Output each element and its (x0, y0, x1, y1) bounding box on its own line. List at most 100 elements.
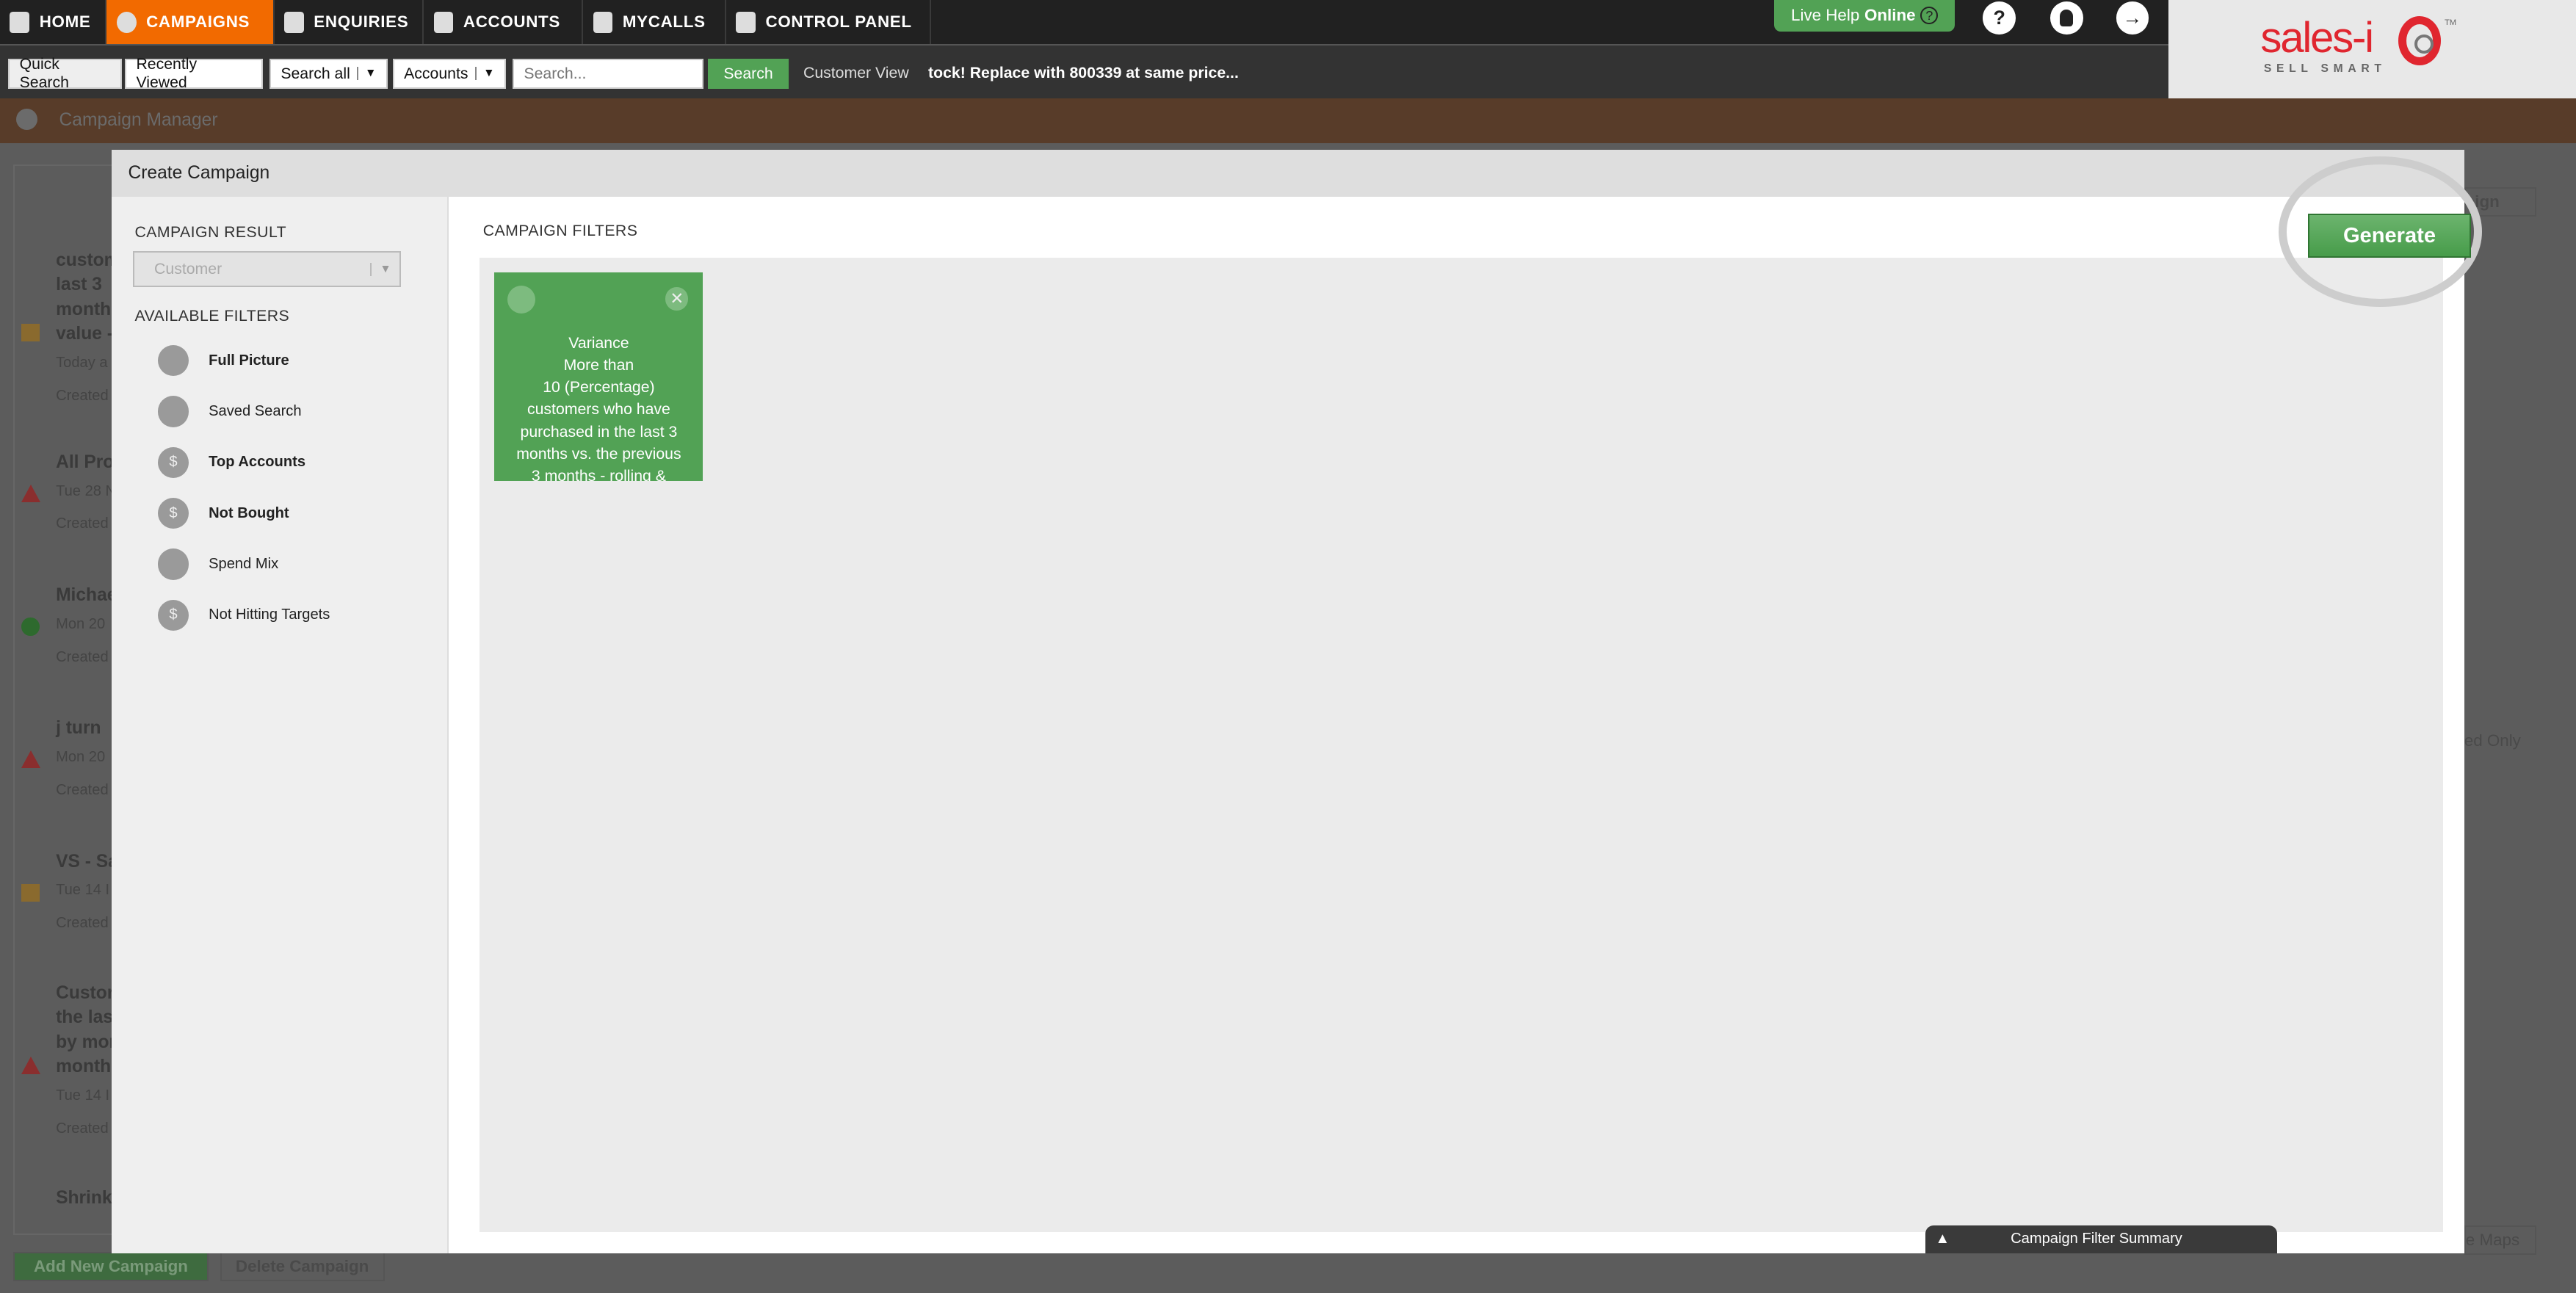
create-campaign-modal: Create Campaign CAMPAIGN RESULT Customer… (112, 149, 2483, 1253)
campaign-title[interactable]: VS - Sa (56, 850, 118, 874)
control-panel-icon (736, 11, 756, 33)
sales-i-logo: sales-i SELL SMART TM (2168, 0, 2576, 99)
page-title: Campaign Manager (59, 109, 218, 130)
close-icon[interactable]: ✕ (665, 287, 689, 311)
user-profile-button[interactable] (2050, 1, 2083, 35)
logo-text: sales-i (2260, 13, 2374, 62)
accounts-icon (433, 11, 454, 33)
filter-item[interactable]: Saved Search (157, 396, 302, 427)
search-input[interactable] (513, 59, 703, 89)
summary-label: Campaign Filter Summary (2011, 1231, 2182, 1247)
live-help-button[interactable]: Live Help Online? (1774, 0, 1955, 32)
nav-accounts[interactable]: ACCOUNTS (424, 0, 584, 45)
campaign-created: Created (56, 781, 109, 798)
card-line: Variance (568, 333, 629, 352)
filter-item[interactable]: $ Not Bought (157, 497, 289, 529)
campaign-title[interactable]: Custor (56, 981, 114, 1006)
maps-button[interactable]: e Maps (2464, 1225, 2537, 1256)
recently-viewed-button[interactable]: Recently Viewed (125, 55, 263, 91)
delete-campaign-button[interactable]: Delete Campaign (220, 1251, 385, 1281)
logo-tagline: SELL SMART (2263, 62, 2387, 75)
campaign-created: Created (56, 387, 109, 404)
status-square-icon (21, 323, 40, 342)
live-help-status: Online (1864, 6, 1916, 25)
nav-home[interactable]: HOME (0, 0, 107, 45)
nav-control-panel[interactable]: CONTROL PANEL (726, 0, 932, 45)
dollar-trend-icon: $ (157, 446, 189, 478)
quick-search-button[interactable]: Quick Search (8, 55, 122, 91)
page-header: Campaign Manager (0, 98, 2576, 143)
warning-triangle-icon (21, 750, 41, 769)
campaigns-icon (116, 11, 137, 33)
campaign-created: Created (56, 515, 109, 532)
spend-mix-icon (157, 548, 189, 580)
top-nav: HOME CAMPAIGNS ENQUIRIES ACCOUNTS MYCALL… (0, 0, 2169, 45)
campaign-date: Tue 14 I (56, 1087, 110, 1104)
filter-item[interactable]: Spend Mix (157, 548, 278, 580)
card-line: customers who have (527, 400, 670, 419)
filter-label: Not Bought (209, 504, 289, 521)
card-line: More than (563, 356, 634, 374)
modal-header: Create Campaign (112, 149, 2464, 198)
warning-triangle-icon (21, 485, 41, 502)
campaign-title[interactable]: last 3 (56, 272, 102, 297)
logout-button[interactable]: → (2116, 1, 2149, 35)
nav-label: ENQUIRIES (314, 12, 409, 32)
campaign-result-label: CAMPAIGN RESULT (134, 223, 287, 242)
user-icon (2060, 10, 2074, 26)
campaign-date: Mon 20 (56, 749, 106, 766)
status-square-icon (21, 883, 40, 902)
campaign-title[interactable]: by mor (56, 1030, 116, 1055)
nav-campaigns[interactable]: CAMPAIGNS (106, 0, 275, 45)
campaign-created: Created (56, 1120, 109, 1137)
card-line: 10 (Percentage) (543, 378, 655, 396)
filter-only-label: ed Only (2464, 731, 2521, 750)
campaign-title[interactable]: the las (56, 1005, 113, 1030)
search-button[interactable]: Search (708, 59, 789, 89)
campaign-title[interactable]: Michae (56, 583, 117, 608)
help-button[interactable]: ? (1983, 1, 2016, 35)
nav-mycalls[interactable]: MYCALLS (583, 0, 726, 45)
nav-enquiries[interactable]: ENQUIRIES (275, 0, 424, 45)
search-entity-select[interactable]: Accounts ▼ (392, 59, 507, 89)
campaign-date: Tue 14 I (56, 882, 110, 899)
app: HOME CAMPAIGNS ENQUIRIES ACCOUNTS MYCALL… (0, 0, 2576, 1293)
campaign-title[interactable]: j turn (56, 716, 101, 741)
filter-item[interactable]: $ Top Accounts (157, 446, 305, 478)
add-new-campaign-button[interactable]: Add New Campaign (12, 1251, 209, 1281)
generate-button[interactable]: Generate (2308, 213, 2471, 258)
campaign-title[interactable]: Shrink (56, 1186, 112, 1211)
available-filters-label: AVAILABLE FILTERS (134, 307, 290, 325)
live-help-label: Live Help (1791, 6, 1860, 25)
customer-view-link[interactable]: Customer View (803, 64, 909, 82)
filter-item[interactable]: Full Picture (157, 344, 289, 377)
campaign-title[interactable]: value - (56, 322, 113, 347)
help-icon: ? (1993, 7, 2005, 29)
modal-title: Create Campaign (128, 163, 270, 184)
search-scope-select[interactable]: Search all ▼ (269, 59, 388, 89)
card-line: months vs. the previous (516, 444, 681, 463)
home-icon (10, 11, 30, 33)
campaign-date: Tue 28 N (56, 482, 117, 499)
filter-label: Saved Search (209, 402, 302, 419)
filter-item[interactable]: $ Not Hitting Targets (157, 599, 330, 631)
campaign-filter-summary-toggle[interactable]: ▲ Campaign Filter Summary (1925, 1225, 2277, 1253)
search-bar: Quick Search Recently Viewed Search all ▼… (0, 44, 2169, 99)
campaign-date: Today a (56, 355, 108, 372)
search-scope-value: Search all (281, 64, 350, 82)
nav-label: ACCOUNTS (463, 12, 560, 32)
campaign-created: Created (56, 915, 109, 932)
full-picture-icon (157, 344, 189, 377)
campaign-result-select[interactable]: Customer ▼ (133, 251, 401, 288)
filter-label: Full Picture (209, 352, 289, 369)
logo-tm: TM (2444, 18, 2457, 27)
dollar-trend-icon: $ (157, 497, 189, 529)
mycalls-icon (593, 11, 613, 33)
campaign-title[interactable]: All Pro (56, 450, 114, 475)
campaign-result-value: Customer (154, 260, 222, 278)
filter-card-variance[interactable]: ✕ Variance More than 10 (Percentage) custom… (494, 272, 703, 482)
nav-label: CONTROL PANEL (765, 12, 912, 32)
nav-label: MYCALLS (622, 12, 706, 32)
search-entity-value: Accounts (404, 64, 468, 82)
campaign-title[interactable]: custom (56, 248, 120, 273)
